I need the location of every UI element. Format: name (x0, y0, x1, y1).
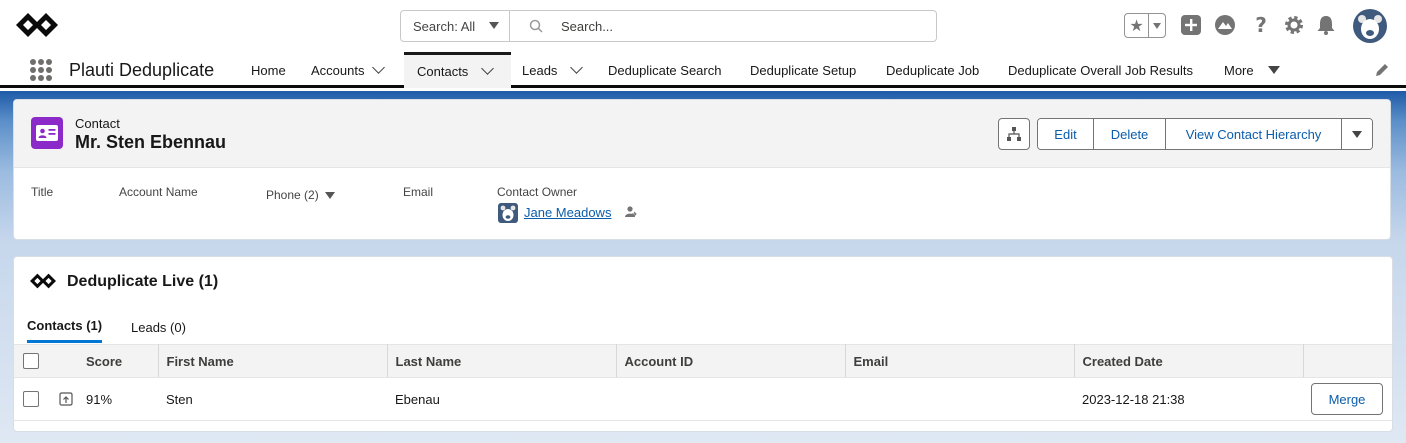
gear-icon[interactable] (1283, 14, 1305, 36)
trailhead-icon[interactable] (1214, 14, 1236, 36)
chevron-down-icon[interactable] (570, 60, 584, 74)
cell-last-name: Ebenau (387, 377, 616, 421)
column-header-last-name[interactable]: Last Name (387, 344, 617, 378)
hierarchy-button[interactable] (998, 118, 1030, 150)
nav-label: Accounts (311, 62, 365, 78)
merge-button[interactable]: Merge (1311, 383, 1383, 415)
contact-owner-link[interactable]: Jane Meadows (524, 205, 611, 220)
deduplicate-live-title: Deduplicate Live (1) (67, 273, 219, 290)
nav-label: Deduplicate Overall Job Results (1008, 62, 1193, 78)
plauti-logo-icon (30, 273, 56, 289)
select-all-checkbox[interactable] (23, 353, 39, 369)
caret-down-icon (489, 22, 499, 29)
row-checkbox[interactable] (23, 391, 39, 407)
search-input[interactable] (561, 11, 921, 41)
field-contact-owner-label: Contact Owner (497, 185, 578, 199)
select-all-cell (14, 344, 48, 378)
nav-item-contacts[interactable]: Contacts (404, 52, 511, 88)
column-header-action (1303, 344, 1392, 378)
favorites-dropdown-button[interactable] (1149, 14, 1165, 37)
cell-action: Merge (1303, 377, 1392, 421)
search-icon (529, 19, 543, 33)
cell-first-name: Sten (158, 377, 387, 421)
deduplicate-live-card: Deduplicate Live (1) Contacts (1) Leads … (13, 256, 1393, 432)
field-phone-dropdown[interactable]: Phone (2) (266, 188, 335, 202)
search-scope-select[interactable]: Search: All (401, 11, 510, 41)
nav-label: Contacts (417, 64, 469, 79)
nav-label: Deduplicate Job (886, 62, 980, 78)
row-select-cell (14, 377, 48, 421)
search-scope-label: Search: All (413, 18, 476, 34)
header-spacer (48, 344, 78, 378)
column-header-account-id[interactable]: Account ID (616, 344, 846, 378)
global-search: Search: All (400, 10, 937, 42)
chevron-down-icon[interactable] (481, 62, 495, 75)
app-name: Plauti Deduplicate (69, 60, 215, 80)
record-header-card: Contact Mr. Sten Ebennau Edit Delete Vie… (13, 99, 1391, 240)
nav-item-deduplicate-job[interactable]: Deduplicate Job (886, 52, 979, 88)
field-title-label: Title (31, 185, 54, 199)
nav-label: More (1224, 62, 1254, 78)
nav-label: Leads (522, 62, 558, 78)
table-header-row: Score First Name Last Name Account ID Em… (14, 344, 1392, 378)
cell-created-date: 2023-12-18 21:38 (1074, 377, 1303, 421)
cell-score: 91% (78, 377, 158, 421)
open-record-icon[interactable] (59, 392, 73, 406)
svg-text:?: ? (1255, 14, 1267, 36)
field-account-name-label: Account Name (119, 185, 198, 199)
nav-label: Deduplicate Search (608, 62, 722, 78)
cell-account-id (616, 377, 845, 421)
change-owner-icon[interactable] (623, 205, 637, 219)
chevron-down-icon[interactable] (372, 60, 386, 74)
column-header-score[interactable]: Score (78, 344, 159, 378)
record-action-buttons: Edit Delete View Contact Hierarchy (1037, 118, 1373, 150)
nav-item-deduplicate-setup[interactable]: Deduplicate Setup (750, 52, 856, 88)
edit-nav-pencil-icon[interactable] (1374, 62, 1390, 78)
record-highlights: Contact Mr. Sten Ebennau Edit Delete Vie… (14, 100, 1390, 168)
app-nav-bar: Plauti Deduplicate Home Accounts Contact… (0, 52, 1406, 88)
tab-contacts[interactable]: Contacts (1) (27, 311, 103, 343)
edit-button[interactable]: Edit (1038, 119, 1094, 149)
nav-item-deduplicate-overall-job-results[interactable]: Deduplicate Overall Job Results (1008, 52, 1193, 88)
nav-item-more[interactable]: More (1224, 52, 1280, 88)
star-icon[interactable]: ★ (1125, 14, 1149, 37)
nav-item-leads[interactable]: Leads (522, 52, 584, 88)
view-contact-hierarchy-button[interactable]: View Contact Hierarchy (1166, 119, 1342, 149)
record-type-label: Contact (75, 116, 120, 131)
nav-label: Home (251, 62, 286, 78)
bear-avatar-icon (1358, 15, 1382, 39)
owner-avatar (498, 203, 518, 223)
bell-icon[interactable] (1315, 14, 1337, 36)
app-launcher-icon[interactable] (30, 59, 52, 81)
row-open-cell (48, 377, 78, 421)
column-header-created-date[interactable]: Created Date (1074, 344, 1304, 378)
column-header-email[interactable]: Email (845, 344, 1075, 378)
plauti-logo-icon[interactable] (16, 13, 58, 37)
nav-label: Deduplicate Setup (750, 62, 857, 78)
global-header: Search: All ★ ? (0, 0, 1406, 52)
nav-item-deduplicate-search[interactable]: Deduplicate Search (608, 52, 721, 88)
more-actions-dropdown[interactable] (1342, 119, 1372, 149)
help-icon[interactable]: ? (1250, 14, 1272, 36)
table-row: 91% Sten Ebenau 2023-12-18 21:38 Merge (14, 377, 1392, 421)
tab-leads[interactable]: Leads (0) (131, 311, 186, 343)
favorites-button-group: ★ (1124, 13, 1166, 38)
caret-down-icon (1267, 66, 1280, 74)
add-icon[interactable] (1180, 14, 1202, 36)
nav-item-accounts[interactable]: Accounts (311, 52, 386, 88)
record-title: Mr. Sten Ebennau (75, 132, 227, 152)
dedupe-tabs: Contacts (1) Leads (0) (14, 311, 1392, 343)
field-phone-label: Phone (2) (266, 188, 319, 202)
contact-icon (31, 117, 63, 149)
nav-item-home[interactable]: Home (251, 52, 286, 88)
cell-email (845, 377, 1074, 421)
delete-button[interactable]: Delete (1094, 119, 1166, 149)
user-avatar[interactable] (1353, 9, 1387, 43)
duplicates-table: Score First Name Last Name Account ID Em… (14, 344, 1392, 421)
caret-down-icon (324, 192, 335, 200)
column-header-first-name[interactable]: First Name (158, 344, 388, 378)
hierarchy-icon (1007, 127, 1021, 141)
field-email-label: Email (403, 185, 434, 199)
